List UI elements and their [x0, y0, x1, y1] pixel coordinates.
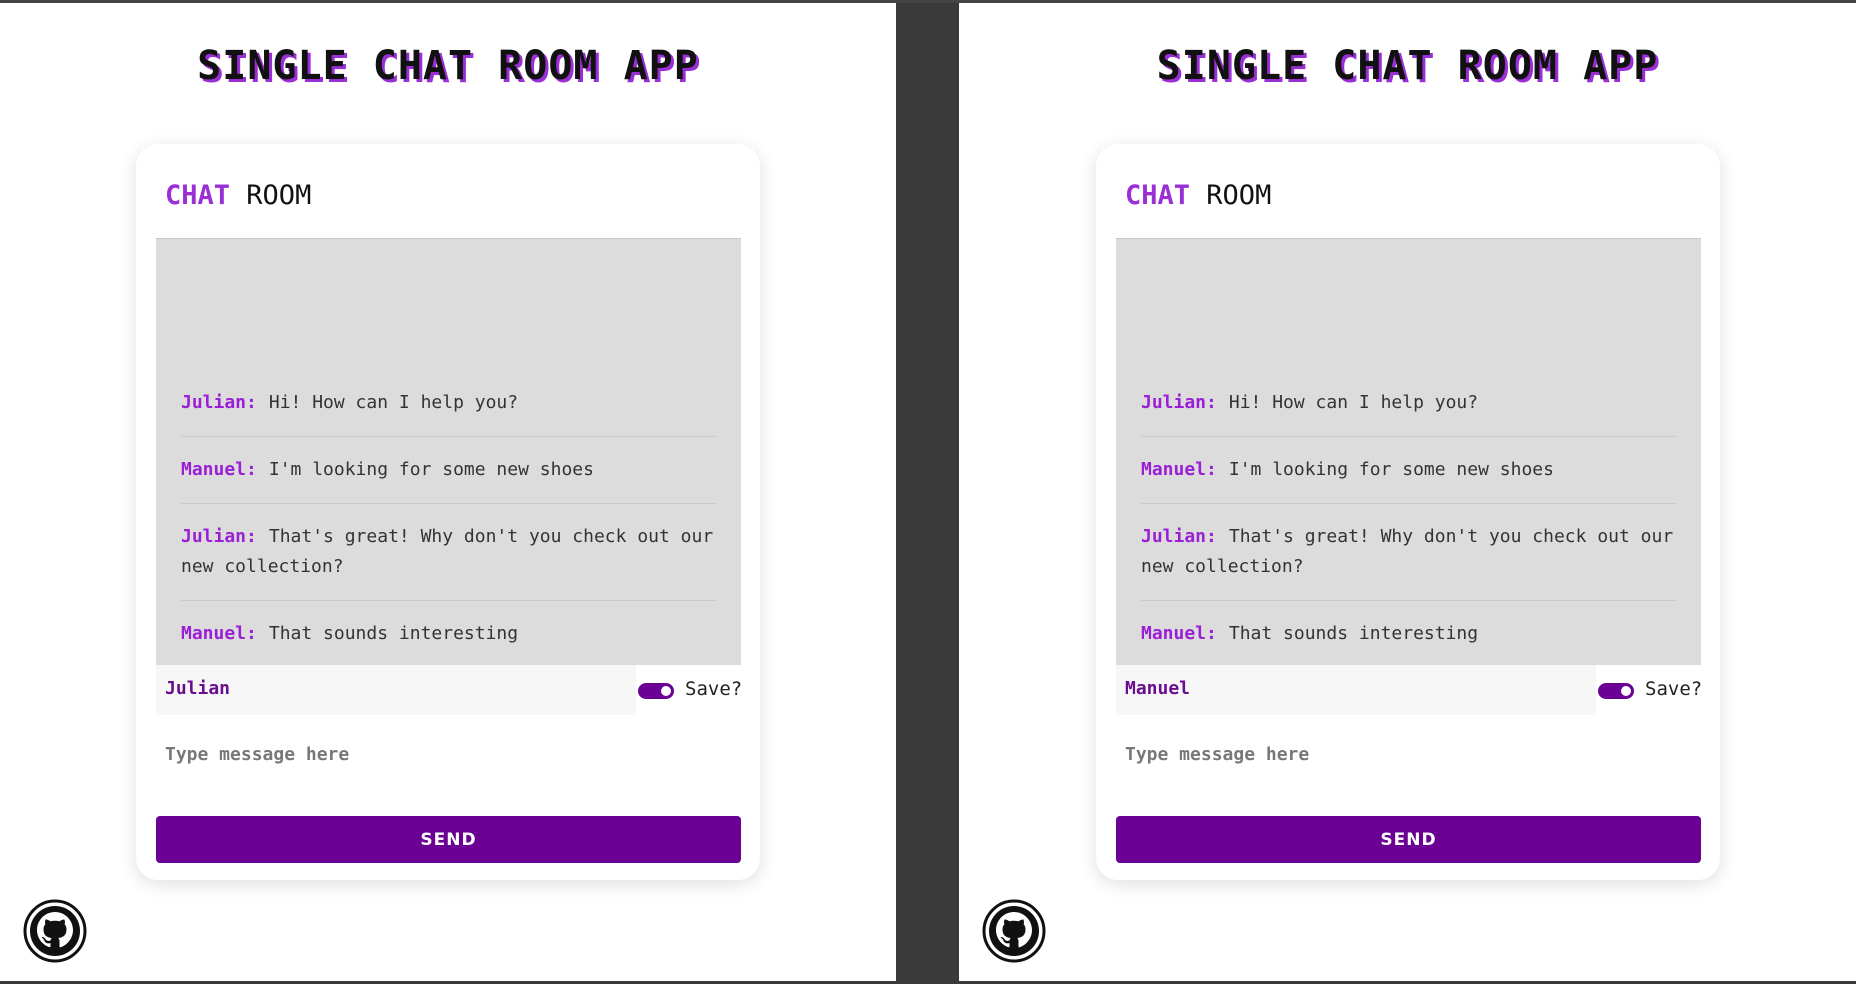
chat-card-header: CHAT ROOM — [165, 180, 311, 211]
message-list[interactable]: Julian: Hi! How can I help you? Manuel: I'… — [1116, 238, 1701, 665]
github-icon[interactable] — [23, 899, 87, 963]
toggle-knob — [661, 686, 671, 696]
message-author: Manuel: — [1141, 623, 1217, 644]
header-accent: CHAT — [1125, 180, 1191, 211]
save-label: Save? — [1645, 678, 1703, 700]
app-title: SINGLE CHAT ROOM APP — [1156, 43, 1659, 89]
message-text: I'm looking for some new shoes — [268, 459, 594, 480]
message-author: Manuel: — [1141, 459, 1217, 480]
save-toggle[interactable] — [1598, 683, 1634, 699]
message-text: That's great! Why don't you check out ou… — [181, 526, 714, 577]
chat-card-header: CHAT ROOM — [1125, 180, 1271, 211]
app-title: SINGLE CHAT ROOM APP — [197, 43, 699, 89]
message-item: Manuel: That sounds interesting — [1141, 601, 1676, 665]
save-label: Save? — [685, 678, 743, 700]
message-author: Julian: — [1141, 392, 1217, 413]
message-author: Julian: — [1141, 526, 1217, 547]
send-button[interactable]: SEND — [1116, 816, 1701, 863]
message-author: Manuel: — [181, 459, 257, 480]
user-row: Manuel Save? — [1116, 665, 1703, 715]
message-input[interactable] — [156, 732, 741, 776]
toggle-knob — [1621, 686, 1631, 696]
user-row: Julian Save? — [156, 665, 743, 715]
chat-pane-right: SINGLE CHAT ROOM APP CHAT ROOM Julian: Hi… — [959, 3, 1856, 981]
username-field[interactable]: Julian — [156, 665, 636, 715]
send-button[interactable]: SEND — [156, 816, 741, 863]
message-input[interactable] — [1116, 732, 1701, 776]
username-field[interactable]: Manuel — [1116, 665, 1596, 715]
message-text: That's great! Why don't you check out ou… — [1141, 526, 1674, 577]
message-text: I'm looking for some new shoes — [1228, 459, 1554, 480]
chat-card: CHAT ROOM Julian: Hi! How can I help you?… — [136, 144, 760, 880]
message-item: Julian: That's great! Why don't you check… — [181, 504, 716, 601]
message-list[interactable]: Julian: Hi! How can I help you? Manuel: I'… — [156, 238, 741, 665]
chat-card: CHAT ROOM Julian: Hi! How can I help you?… — [1096, 144, 1720, 880]
header-rest: ROOM — [1206, 180, 1272, 211]
message-item: Julian: That's great! Why don't you check… — [1141, 504, 1676, 601]
message-author: Julian: — [181, 392, 257, 413]
message-item: Manuel: I'm looking for some new shoes — [1141, 437, 1676, 504]
chat-pane-left: SINGLE CHAT ROOM APP CHAT ROOM Julian: Hi… — [0, 3, 896, 981]
message-item: Manuel: That sounds interesting — [181, 601, 716, 665]
message-item: Julian: Hi! How can I help you? — [1141, 370, 1676, 437]
github-icon[interactable] — [982, 899, 1046, 963]
save-toggle[interactable] — [638, 683, 674, 699]
message-author: Julian: — [181, 526, 257, 547]
message-text: That sounds interesting — [268, 623, 519, 644]
message-text: Hi! How can I help you? — [1228, 392, 1479, 413]
message-item: Manuel: I'm looking for some new shoes — [181, 437, 716, 504]
message-item: Julian: Hi! How can I help you? — [181, 370, 716, 437]
message-text: That sounds interesting — [1228, 623, 1479, 644]
message-text: Hi! How can I help you? — [268, 392, 519, 413]
message-author: Manuel: — [181, 623, 257, 644]
header-rest: ROOM — [246, 180, 312, 211]
header-accent: CHAT — [165, 180, 231, 211]
